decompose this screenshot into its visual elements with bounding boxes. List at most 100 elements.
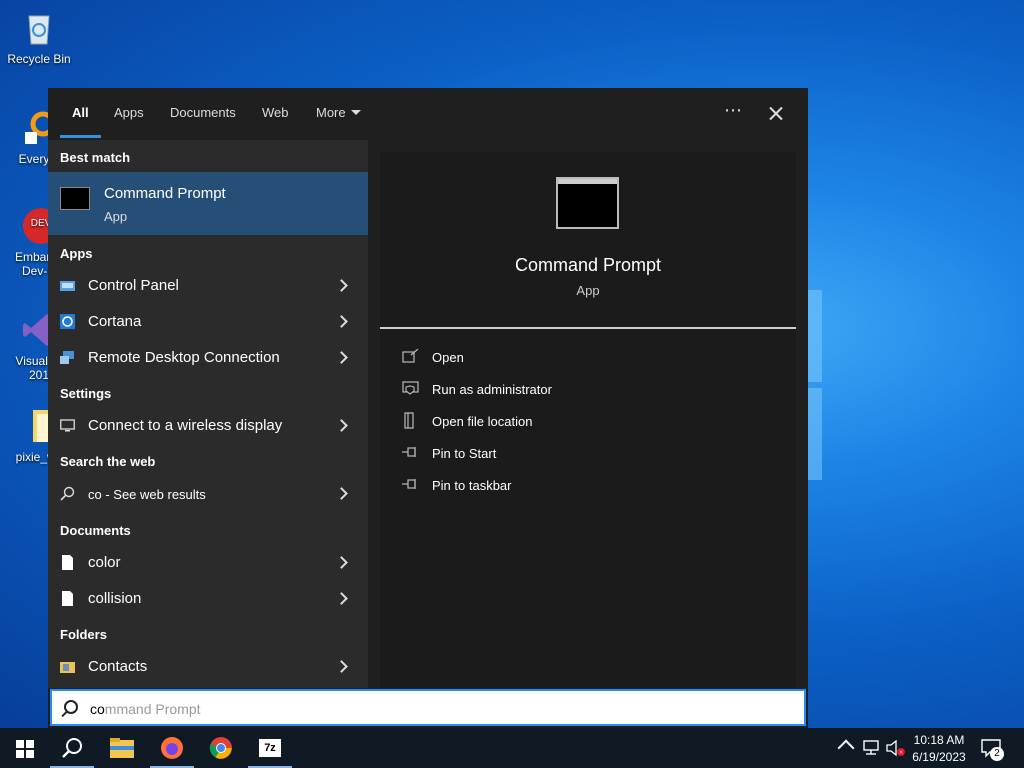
chevron-right-icon[interactable] bbox=[335, 351, 348, 364]
results-list: Best match Command Prompt App Apps Contr… bbox=[48, 140, 368, 688]
remote-desktop-icon bbox=[60, 351, 74, 364]
file-location-icon bbox=[404, 412, 414, 429]
result-folder-contacts[interactable]: Contacts bbox=[48, 649, 368, 685]
section-search-web: Search the web bbox=[60, 454, 156, 469]
open-icon bbox=[402, 349, 419, 363]
search-typed-text: co bbox=[90, 701, 105, 717]
windows-start-icon bbox=[16, 740, 34, 758]
result-control-panel[interactable]: Control Panel bbox=[48, 268, 368, 304]
action-pin-to-start[interactable]: Pin to Start bbox=[402, 443, 702, 465]
preview-pane: Command Prompt App Open Run as administr… bbox=[380, 152, 796, 688]
firefox-icon bbox=[161, 737, 183, 759]
result-doc-color[interactable]: color bbox=[48, 545, 368, 581]
section-documents: Documents bbox=[60, 523, 131, 538]
result-web-search[interactable]: co - See web results bbox=[48, 476, 368, 512]
search-icon bbox=[60, 486, 75, 501]
action-open[interactable]: Open bbox=[402, 347, 702, 369]
result-remote-desktop[interactable]: Remote Desktop Connection bbox=[48, 340, 368, 376]
section-folders: Folders bbox=[60, 627, 107, 642]
action-pin-to-taskbar[interactable]: Pin to taskbar bbox=[402, 475, 702, 497]
cortana-icon bbox=[60, 314, 75, 329]
pin-icon bbox=[402, 479, 416, 489]
document-icon bbox=[62, 591, 73, 606]
preview-title: Command Prompt bbox=[514, 255, 662, 275]
file-explorer-icon bbox=[110, 738, 134, 758]
chevron-right-icon[interactable] bbox=[335, 660, 348, 673]
volume-muted-icon[interactable]: × bbox=[886, 740, 906, 758]
result-cortana[interactable]: Cortana bbox=[48, 304, 368, 340]
network-icon[interactable] bbox=[862, 740, 882, 756]
taskbar-firefox[interactable] bbox=[148, 728, 196, 768]
tab-more[interactable]: More bbox=[316, 105, 361, 120]
chevron-right-icon[interactable] bbox=[335, 419, 348, 432]
search-icon bbox=[64, 700, 78, 714]
result-doc-collision[interactable]: collision bbox=[48, 581, 368, 617]
notification-count-badge: 2 bbox=[990, 747, 1004, 761]
result-label: Remote Desktop Connection bbox=[88, 349, 280, 366]
action-run-as-admin[interactable]: Run as administrator bbox=[402, 379, 702, 401]
active-tab-indicator bbox=[60, 135, 101, 138]
chevron-down-icon bbox=[350, 110, 361, 115]
command-prompt-icon bbox=[556, 177, 619, 229]
action-open-file-location[interactable]: Open file location bbox=[402, 411, 702, 433]
chevron-right-icon[interactable] bbox=[335, 279, 348, 292]
best-match-command-prompt[interactable]: Command Prompt App bbox=[48, 172, 368, 235]
chevron-right-icon[interactable] bbox=[335, 487, 348, 500]
clock-time[interactable]: 10:18 AM bbox=[910, 733, 968, 747]
taskbar: 7z × 10:18 AM 6/19/2023 2 bbox=[0, 728, 1024, 768]
action-label: Open bbox=[432, 350, 464, 365]
action-label: Pin to taskbar bbox=[432, 478, 512, 493]
chevron-up-icon[interactable] bbox=[837, 739, 855, 757]
desktop-icon-label: Recycle Bin bbox=[7, 52, 71, 66]
contacts-folder-icon bbox=[60, 662, 75, 673]
action-label: Run as administrator bbox=[432, 382, 552, 397]
chrome-icon bbox=[209, 737, 232, 759]
chevron-right-icon[interactable] bbox=[335, 315, 348, 328]
document-icon bbox=[62, 555, 73, 570]
result-label: Contacts bbox=[88, 658, 148, 675]
search-suggestion-text: mmand Prompt bbox=[104, 701, 201, 717]
recycle-bin-icon bbox=[19, 8, 59, 48]
chevron-right-icon[interactable] bbox=[335, 556, 348, 569]
search-icon bbox=[62, 738, 82, 758]
tab-web[interactable]: Web bbox=[262, 105, 289, 120]
chevron-right-icon[interactable] bbox=[335, 592, 348, 605]
result-label: collision bbox=[88, 590, 142, 607]
more-options-icon[interactable]: ⋯ bbox=[724, 100, 743, 121]
result-label: Connect to a wireless display bbox=[88, 417, 283, 434]
start-button[interactable] bbox=[0, 728, 48, 768]
result-label: co - See web results bbox=[88, 487, 206, 502]
taskbar-search-button[interactable] bbox=[48, 728, 96, 768]
7zip-icon: 7z bbox=[259, 739, 281, 757]
pin-icon bbox=[402, 447, 416, 457]
close-icon[interactable] bbox=[764, 102, 788, 126]
svg-text:×: × bbox=[899, 750, 903, 757]
divider bbox=[380, 327, 796, 329]
tab-all[interactable]: All bbox=[72, 105, 89, 120]
shield-icon bbox=[402, 381, 419, 395]
taskbar-chrome[interactable] bbox=[197, 728, 245, 768]
search-tabs-bar: All Apps Documents Web More ⋯ bbox=[48, 88, 808, 140]
taskbar-7zip[interactable]: 7z bbox=[246, 728, 294, 768]
monitor-icon bbox=[60, 419, 75, 432]
result-wireless-display[interactable]: Connect to a wireless display bbox=[48, 408, 368, 444]
preview-subtitle: App bbox=[576, 283, 600, 298]
search-panel: All Apps Documents Web More ⋯ Best match… bbox=[48, 88, 808, 728]
tab-documents[interactable]: Documents bbox=[170, 105, 236, 120]
notification-center-button[interactable]: 2 bbox=[980, 738, 1006, 761]
section-best-match: Best match bbox=[60, 150, 131, 165]
control-panel-icon bbox=[60, 281, 75, 291]
tab-apps[interactable]: Apps bbox=[114, 105, 144, 120]
result-label: Cortana bbox=[88, 313, 142, 330]
search-input[interactable]: command Prompt bbox=[50, 689, 806, 726]
command-prompt-icon bbox=[60, 187, 90, 210]
tab-more-label: More bbox=[316, 105, 346, 120]
taskbar-file-explorer[interactable] bbox=[98, 728, 146, 768]
search-text[interactable]: command Prompt bbox=[90, 701, 201, 717]
section-apps: Apps bbox=[60, 246, 93, 261]
action-label: Pin to Start bbox=[432, 446, 497, 461]
best-match-subtitle: App bbox=[104, 209, 128, 224]
desktop-icon-recycle-bin[interactable]: Recycle Bin bbox=[4, 8, 74, 66]
section-settings: Settings bbox=[60, 386, 112, 401]
clock-date[interactable]: 6/19/2023 bbox=[910, 750, 968, 764]
